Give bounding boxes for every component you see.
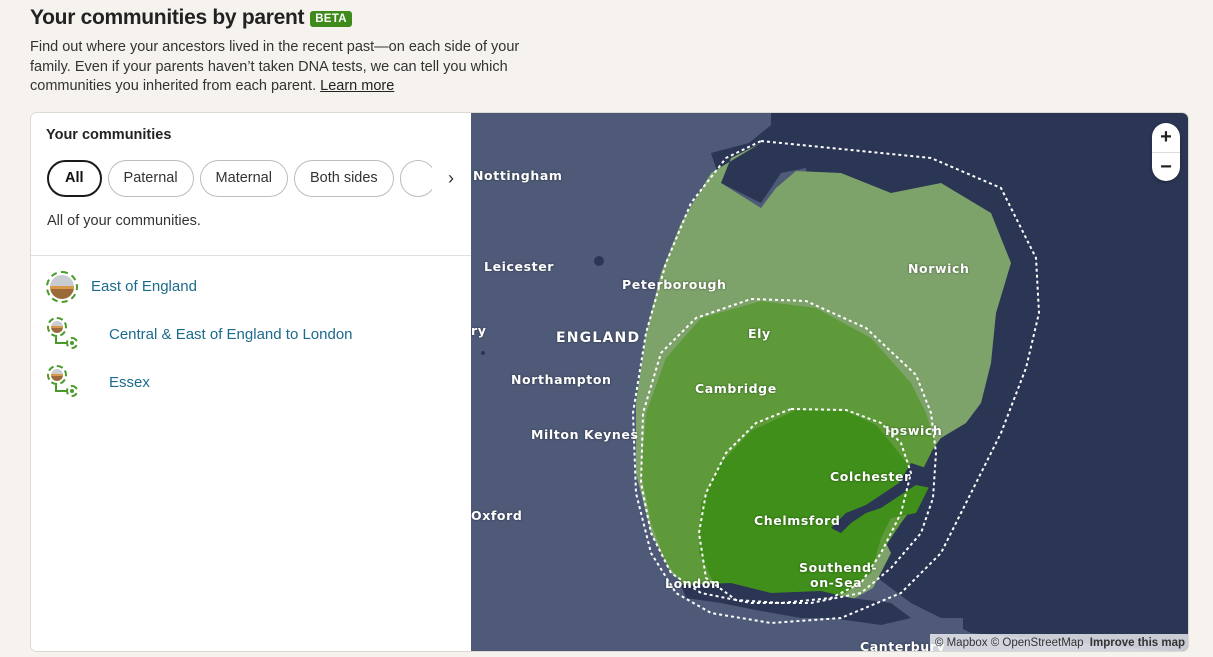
page-title: Your communities by parent (30, 6, 305, 29)
divider (31, 255, 471, 256)
place-ipswich: Ipswich (885, 423, 943, 438)
place-ely: Ely (748, 326, 771, 341)
place-northampton: Northampton (511, 372, 612, 387)
filter-pills: All Paternal Maternal Both sides (47, 160, 432, 198)
place-oxford: Oxford (471, 508, 523, 523)
sub-community-icon (46, 365, 82, 401)
page-description: Find out where your ancestors lived in t… (30, 38, 540, 97)
osm-link[interactable]: © OpenStreetMap (991, 637, 1084, 649)
panel-title: Your communities (46, 127, 172, 143)
community-central-east-england-london[interactable]: Central & East of England to London (31, 311, 471, 359)
map-attribution: © Mapbox © OpenStreetMap Improve this ma… (929, 634, 1188, 651)
community-label: East of England (91, 278, 197, 295)
community-east-of-england[interactable]: East of England (31, 263, 471, 311)
place-leicester: Leicester (484, 259, 555, 274)
mapbox-link[interactable]: © Mapbox (935, 637, 988, 649)
place-southend-line2: on-Sea (810, 575, 863, 590)
learn-more-link[interactable]: Learn more (320, 78, 394, 94)
page-header: Your communities by parent BETA Find out… (30, 6, 550, 97)
filter-all[interactable]: All (47, 160, 102, 197)
place-chelmsford: Chelmsford (754, 513, 841, 528)
map-lake (481, 351, 485, 355)
description-text: Find out where your ancestors lived in t… (30, 39, 520, 94)
filter-maternal[interactable]: Maternal (199, 160, 288, 197)
communities-card: Your communities All Paternal Maternal Both… (30, 112, 1189, 652)
place-nottingham: Nottingham (473, 168, 563, 183)
community-essex[interactable]: Essex (31, 359, 471, 407)
chevron-right-icon[interactable]: › (439, 166, 463, 190)
place-london: London (665, 576, 721, 591)
zoom-in-button[interactable]: + (1152, 123, 1180, 152)
place-ry: ry (471, 323, 487, 338)
community-avatar-icon (46, 271, 78, 303)
zoom-controls: + − (1152, 123, 1180, 181)
communities-panel: Your communities All Paternal Maternal Both… (31, 113, 471, 651)
community-list: East of England Central & East of Englan… (31, 263, 471, 407)
place-england: ENGLAND (556, 330, 641, 346)
place-colchester: Colchester (830, 469, 911, 484)
title-row: Your communities by parent BETA (30, 6, 550, 30)
sub-community-icon (46, 317, 82, 353)
filter-both-sides[interactable]: Both sides (293, 160, 394, 197)
community-label: Essex (109, 374, 150, 391)
place-norwich: Norwich (908, 261, 970, 276)
community-map[interactable]: Nottingham Leicester Peterborough Norwic… (471, 113, 1188, 651)
improve-map-link[interactable]: Improve this map (1090, 637, 1185, 649)
filter-next-partial[interactable] (399, 160, 432, 197)
map-lake (594, 256, 604, 266)
beta-badge: BETA (310, 10, 352, 27)
zoom-out-button[interactable]: − (1152, 152, 1180, 181)
community-label: Central & East of England to London (109, 326, 353, 343)
place-peterborough: Peterborough (622, 277, 727, 292)
filter-description: All of your communities. (47, 213, 201, 229)
place-cambridge: Cambridge (695, 381, 777, 396)
place-southend-line1: Southend- (799, 560, 878, 575)
place-milton-keynes: Milton Keynes (531, 427, 639, 442)
filter-paternal[interactable]: Paternal (107, 160, 194, 197)
